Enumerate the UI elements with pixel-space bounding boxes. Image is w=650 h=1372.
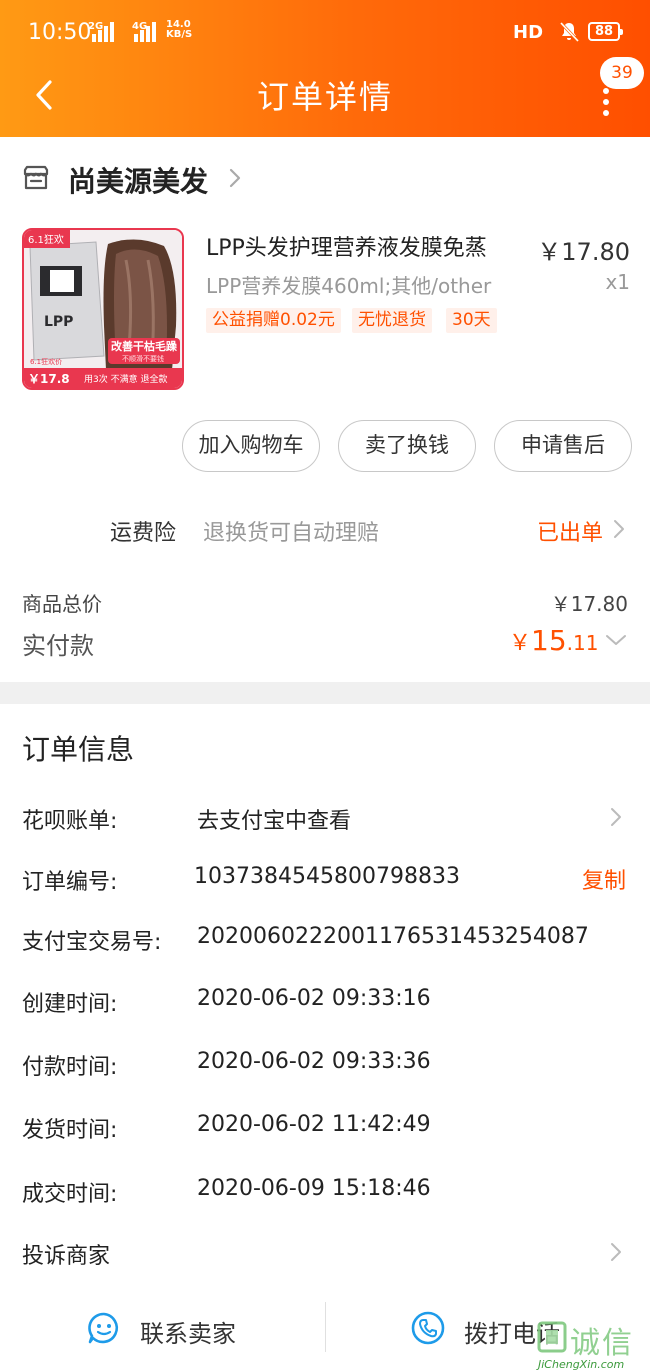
chevron-right-icon — [614, 520, 624, 538]
message-count-badge[interactable]: 39 — [600, 57, 644, 89]
product-sku: LPP营养发膜460ml;其他/other — [206, 274, 492, 298]
promo-price-text: ￥17.8 — [28, 372, 70, 386]
battery-icon: 88 — [588, 22, 623, 41]
tag-worry-free-return: 无忧退货 — [352, 308, 432, 333]
freight-insurance-status: 已出单 — [537, 521, 604, 546]
paid-amount-value: ￥15.11 — [509, 624, 598, 657]
watermark-url: JiChengXin.com — [538, 1358, 625, 1371]
product-image: LPP 6.1狂欢 改善干枯毛躁 不顺滑不要钱 6.1狂欢价 ￥17.8 用3次… — [22, 228, 184, 390]
app-header: 10:50 2G 4G 14.0 KB/S HD 88 订单详情 39 — [0, 0, 650, 137]
signal-strength-2-icon — [134, 22, 160, 42]
corner-badge-text: 6.1狂欢 — [28, 233, 64, 246]
shop-name: 尚美源美发 — [68, 165, 209, 198]
subtotal-value: ￥17.80 — [550, 592, 628, 616]
completion-time-value: 2020-06-09 15:18:46 — [197, 1176, 431, 1201]
freight-insurance-row[interactable]: 运费险 退换货可自动理赔 已出单 — [0, 505, 650, 553]
huabei-label: 花呗账单: — [22, 809, 118, 834]
created-time-label: 创建时间: — [22, 992, 118, 1017]
paid-integer: 15 — [531, 624, 567, 657]
complaint-label: 投诉商家 — [22, 1244, 111, 1269]
resell-button[interactable]: 卖了换钱 — [338, 420, 476, 472]
shipping-time-value: 2020-06-02 11:42:49 — [197, 1112, 431, 1137]
freight-insurance-label: 运费险 — [110, 521, 177, 546]
alipay-transaction-label: 支付宝交易号: — [22, 930, 162, 955]
payment-time-label: 付款时间: — [22, 1055, 118, 1080]
battery-level: 88 — [594, 24, 614, 39]
banner-text: 改善干枯毛躁 — [111, 339, 178, 353]
section-divider — [0, 682, 650, 704]
store-icon — [23, 165, 49, 190]
completion-time-label: 成交时间: — [22, 1182, 118, 1207]
payment-time-value: 2020-06-02 09:33:36 — [197, 1049, 431, 1074]
hd-indicator: HD — [513, 22, 544, 43]
page-title: 订单详情 — [256, 78, 393, 116]
paid-decimal: .11 — [566, 631, 599, 655]
freight-insurance-desc: 退换货可自动理赔 — [203, 521, 380, 546]
bell-muted-icon — [559, 21, 580, 43]
paid-amount-label: 实付款 — [22, 632, 94, 660]
image-footer-text: 用3次 不满意 退全款 — [84, 373, 167, 385]
promo-label-text: 6.1狂欢价 — [30, 357, 62, 366]
contact-seller-label: 联系卖家 — [140, 1320, 236, 1348]
created-time-value: 2020-06-02 09:33:16 — [197, 986, 431, 1011]
watermark-logo — [537, 1321, 567, 1353]
product-photo: LPP 6.1狂欢 改善干枯毛躁 不顺滑不要钱 6.1狂欢价 ￥17.8 用3次… — [24, 230, 182, 388]
more-dot — [603, 88, 609, 94]
shipping-time-label: 发货时间: — [22, 1118, 118, 1143]
tag-charity: 公益捐赠0.02元 — [206, 308, 341, 333]
paid-currency: ￥ — [509, 631, 532, 656]
more-button[interactable] — [590, 84, 620, 118]
chevron-right-icon — [611, 1243, 621, 1261]
alipay-transaction-value: 2020060222001176531453254087 — [197, 924, 589, 949]
order-info-title: 订单信息 — [22, 733, 135, 766]
banner-subtext: 不顺滑不要钱 — [122, 354, 164, 363]
after-sales-button[interactable]: 申请售后 — [494, 420, 632, 472]
order-number-label: 订单编号: — [22, 870, 118, 895]
product-title: LPP头发护理营养液发膜免蒸 — [206, 236, 487, 261]
watermark: 诚信 JiChengXin.com — [530, 1318, 650, 1372]
complaint-row[interactable]: 投诉商家 — [0, 1228, 650, 1278]
chevron-right-icon — [611, 808, 621, 826]
product-price: ￥17.80 — [537, 238, 630, 266]
chevron-down-icon[interactable] — [604, 633, 628, 647]
huabei-value: 去支付宝中查看 — [197, 809, 352, 834]
more-dot — [603, 99, 609, 105]
status-time: 10:50 — [28, 20, 92, 45]
signal-strength-icon — [92, 22, 118, 42]
product-quantity: x1 — [605, 270, 630, 294]
contact-seller-button[interactable]: 联系卖家 — [0, 1290, 325, 1372]
copy-order-number-button[interactable]: 复制 — [582, 863, 626, 895]
order-number-value: 1037384545800798833 — [194, 864, 460, 889]
watermark-text: 诚信 — [570, 1326, 634, 1361]
network-speed: 14.0 KB/S — [166, 20, 192, 40]
phone-icon — [411, 1311, 445, 1345]
huabei-bill-row[interactable]: 花呗账单: 去支付宝中查看 — [0, 793, 650, 843]
network-speed-unit: KB/S — [166, 29, 193, 40]
add-to-cart-button[interactable]: 加入购物车 — [182, 420, 320, 472]
more-dot — [603, 110, 609, 116]
shop-row[interactable]: 尚美源美发 — [0, 150, 650, 208]
tag-30-days: 30天 — [446, 308, 497, 333]
status-bar: 10:50 2G 4G 14.0 KB/S HD 88 — [0, 0, 650, 62]
chat-bubble-icon — [88, 1312, 119, 1344]
chevron-right-icon — [229, 168, 241, 188]
pack-brand-text: LPP — [44, 314, 73, 330]
subtotal-label: 商品总价 — [22, 592, 102, 616]
product-row[interactable]: LPP 6.1狂欢 改善干枯毛躁 不顺滑不要钱 6.1狂欢价 ￥17.8 用3次… — [0, 222, 650, 398]
